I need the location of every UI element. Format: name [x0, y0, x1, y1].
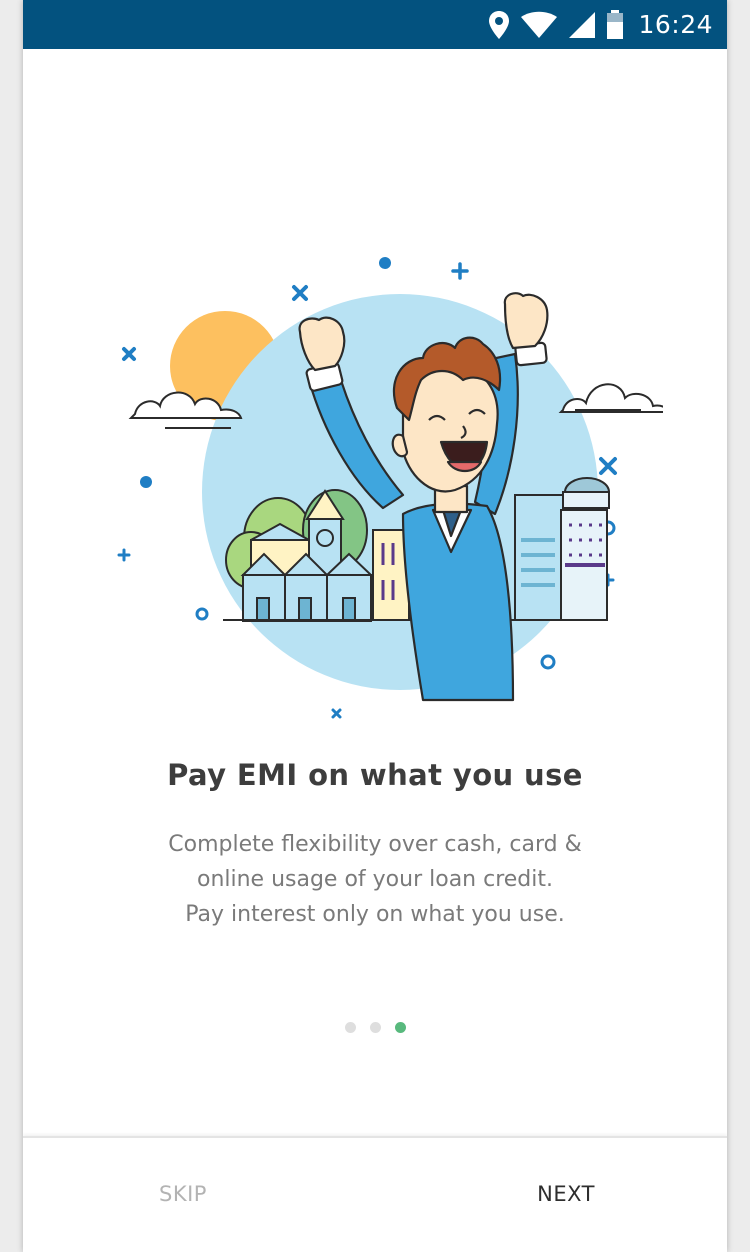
- onboarding-description: Complete flexibility over cash, card & o…: [113, 827, 637, 932]
- status-icons: 16:24: [488, 0, 713, 49]
- onboarding-illustration: [117, 257, 663, 719]
- description-line: Complete flexibility over cash, card &: [168, 832, 582, 857]
- battery-icon: [607, 9, 624, 39]
- status-bar: 16:24: [23, 0, 727, 49]
- location-icon: [489, 10, 510, 39]
- page-dot-2[interactable]: [369, 1022, 381, 1033]
- clock: 16:24: [638, 10, 713, 39]
- wifi-icon: [521, 11, 558, 38]
- signal-icon: [569, 11, 596, 38]
- page-dot-1[interactable]: [344, 1022, 356, 1033]
- skip-button[interactable]: SKIP: [159, 1182, 207, 1206]
- onboarding-footer: SKIP NEXT: [23, 1136, 727, 1252]
- app-screen: 16:24 Pay EMI on what you use Complete f…: [23, 0, 727, 1252]
- cloud-right: [558, 383, 663, 413]
- description-line: Pay interest only on what you use.: [185, 902, 565, 927]
- page-dot-3-active[interactable]: [394, 1022, 406, 1033]
- next-button[interactable]: NEXT: [537, 1182, 595, 1206]
- onboarding-title: Pay EMI on what you use: [167, 758, 583, 792]
- description-line: online usage of your loan credit.: [196, 867, 554, 892]
- page-indicator: [23, 1022, 727, 1033]
